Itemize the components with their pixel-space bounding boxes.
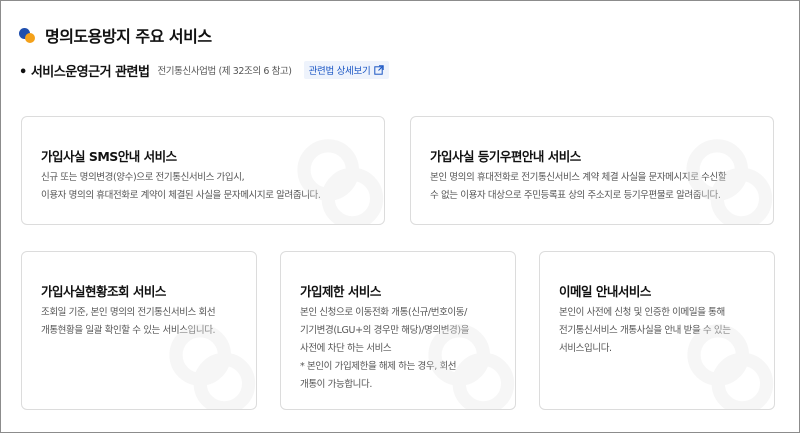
law-basis-label: • 서비스운영근거 관련법 <box>19 64 150 80</box>
title-bullet-icon <box>19 26 37 44</box>
service-card-title: 가입제한 서비스 <box>300 284 381 299</box>
watermark-icon <box>169 324 256 409</box>
watermark-icon <box>687 324 774 409</box>
service-card-sms: 가입사실 SMS안내 서비스 신규 또는 명의변경(양수)으로 전기통신서비스 … <box>21 116 385 225</box>
page-title: 명의도용방지 주요 서비스 <box>45 27 212 46</box>
service-card-title: 이메일 안내서비스 <box>559 284 651 299</box>
service-card-title: 가입사실 SMS안내 서비스 <box>41 149 177 164</box>
page-header: 명의도용방지 주요 서비스 <box>19 23 212 47</box>
service-card-status-inquiry: 가입사실현황조회 서비스 조회일 기준, 본인 명의의 전기통신서비스 회선 개… <box>21 251 257 410</box>
page-frame: 명의도용방지 주요 서비스 • 서비스운영근거 관련법 전기통신사업법 (제 3… <box>0 0 800 433</box>
law-detail-link-label: 관련법 상세보기 <box>308 66 371 77</box>
service-card-email: 이메일 안내서비스 본인이 사전에 신청 및 인증한 이메일을 통해 전기통신서… <box>539 251 775 410</box>
service-card-title: 가입사실현황조회 서비스 <box>41 284 166 299</box>
law-basis-row: • 서비스운영근거 관련법 전기통신사업법 (제 32조의 6 참고) 관련법 … <box>19 60 390 80</box>
service-card-subscription-restriction: 가입제한 서비스 본인 신청으로 이동전화 개통(신규/번호이동/ 기기변경(L… <box>280 251 516 410</box>
watermark-icon <box>297 139 384 224</box>
watermark-icon <box>686 139 773 224</box>
watermark-icon <box>428 324 515 409</box>
orange-dot <box>25 33 35 43</box>
law-detail-link[interactable]: 관련법 상세보기 <box>303 61 390 79</box>
service-card-desc: 신규 또는 명의변경(양수)으로 전기통신서비스 가입시, 이용자 명의의 휴대… <box>41 172 321 201</box>
external-link-icon <box>374 65 385 75</box>
service-card-title: 가입사실 등기우편안내 서비스 <box>430 149 581 164</box>
law-basis-note: 전기통신사업법 (제 32조의 6 참고) <box>157 66 292 77</box>
service-card-registered-mail: 가입사실 등기우편안내 서비스 본인 명의의 휴대전화로 전기통신서비스 계약 … <box>410 116 774 225</box>
